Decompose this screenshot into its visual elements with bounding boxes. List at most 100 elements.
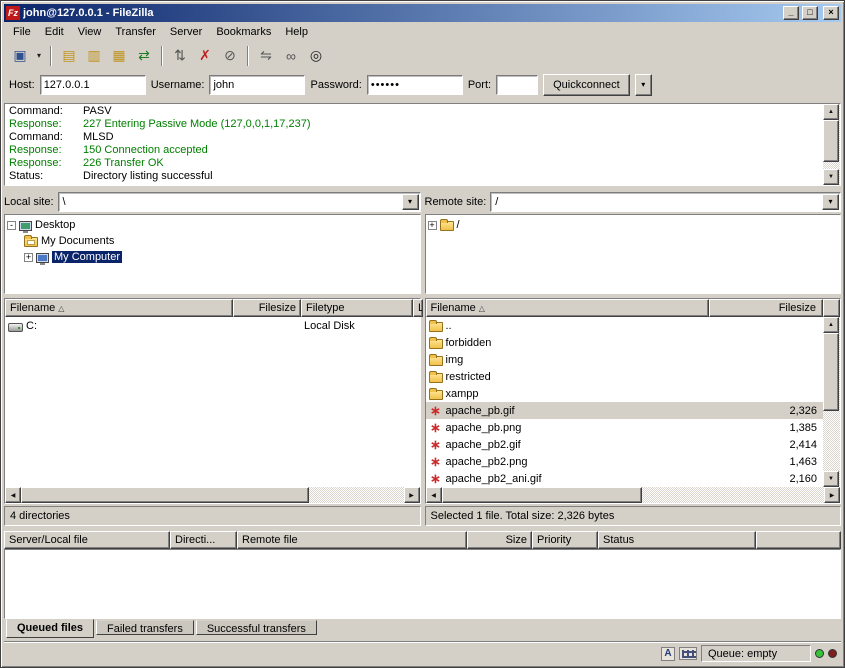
quickconnect-button[interactable]: Quickconnect [543, 74, 630, 96]
image-file-icon: ∗ [429, 421, 443, 435]
site-manager-dropdown-icon[interactable]: ▾ [33, 44, 45, 68]
column-header-priority[interactable]: Priority [532, 531, 598, 549]
scroll-left-icon[interactable]: ◀ [426, 487, 442, 503]
queue-body[interactable] [4, 549, 841, 619]
local-tree-icon[interactable]: ▥ [82, 44, 106, 68]
scrollbar-thumb[interactable] [823, 120, 839, 162]
remote-file-row[interactable]: forbidden [426, 334, 824, 351]
scroll-up-icon[interactable]: ▲ [823, 104, 839, 120]
scroll-down-icon[interactable]: ▼ [823, 471, 839, 487]
tree-item-my-computer[interactable]: + My Computer [7, 249, 418, 265]
menu-file[interactable]: File [6, 23, 38, 41]
titlebar: Fz john@127.0.0.1 - FileZilla _ □ × [4, 4, 841, 22]
scrollbar-thumb[interactable] [823, 333, 839, 411]
keypad-icon[interactable] [679, 647, 697, 660]
chevron-down-icon[interactable]: ▾ [822, 194, 839, 210]
menu-edit[interactable]: Edit [38, 23, 71, 41]
menu-bookmarks[interactable]: Bookmarks [209, 23, 278, 41]
remote-tree-icon[interactable]: ▦ [107, 44, 131, 68]
menu-view[interactable]: View [71, 23, 109, 41]
site-manager-icon[interactable]: ▣ [8, 44, 32, 68]
tree-item-my-documents[interactable]: My Documents [7, 233, 418, 249]
remote-file-row[interactable]: ∗ apache_pb2.png 1,463 [426, 453, 824, 470]
tab-failed-transfers[interactable]: Failed transfers [96, 620, 194, 635]
password-input[interactable] [367, 75, 463, 95]
port-input[interactable] [496, 75, 538, 95]
find-files-icon[interactable]: ◎ [304, 44, 328, 68]
cancel-icon[interactable]: ✗ [193, 44, 217, 68]
column-header-filesize[interactable]: Filesize [233, 299, 301, 317]
column-header-filename[interactable]: Filename △ [5, 299, 233, 317]
username-input[interactable] [209, 75, 305, 95]
scroll-right-icon[interactable]: ▶ [824, 487, 840, 503]
scroll-down-icon[interactable]: ▼ [823, 169, 839, 185]
remote-site-combo[interactable]: / ▾ [490, 192, 841, 212]
remote-file-row-selected[interactable]: ∗ apache_pb.gif 2,326 [426, 402, 824, 419]
column-header-size[interactable]: Size [467, 531, 532, 549]
remote-file-row[interactable]: img [426, 351, 824, 368]
column-header-filename[interactable]: Filename △ [426, 299, 709, 317]
menu-help[interactable]: Help [278, 23, 315, 41]
column-header-direction[interactable]: Directi... [170, 531, 237, 549]
chevron-down-icon[interactable]: ▾ [402, 194, 419, 210]
log-line: Response: 227 Entering Passive Mode (127… [9, 118, 823, 131]
minimize-button[interactable]: _ [783, 6, 799, 20]
column-header-remote-file[interactable]: Remote file [237, 531, 467, 549]
transfer-type-icon[interactable]: A [661, 647, 675, 661]
synchronized-browsing-icon[interactable]: ∞ [279, 44, 303, 68]
tab-successful-transfers[interactable]: Successful transfers [196, 620, 317, 635]
tree-item-root[interactable]: + / [428, 217, 839, 233]
collapse-icon[interactable]: - [7, 221, 16, 230]
remote-file-row[interactable]: ∗ apache_pb2.gif 2,414 [426, 436, 824, 453]
expand-icon[interactable]: + [428, 221, 437, 230]
scroll-up-icon[interactable]: ▲ [823, 317, 839, 333]
remote-file-row[interactable]: restricted [426, 368, 824, 385]
tree-item-desktop[interactable]: - Desktop [7, 217, 418, 233]
header-filler [756, 531, 841, 549]
column-header-filetype[interactable]: Filetype [301, 299, 413, 317]
log-vertical-scrollbar[interactable]: ▲ ▼ [823, 104, 840, 185]
tab-queued-files[interactable]: Queued files [6, 619, 94, 638]
close-button[interactable]: × [823, 6, 839, 20]
column-header-last-modified[interactable]: L [413, 299, 423, 317]
host-label: Host: [9, 79, 35, 91]
local-horizontal-scrollbar[interactable]: ◀ ▶ [5, 487, 420, 503]
window-title: john@127.0.0.1 - FileZilla [23, 7, 780, 19]
menu-server[interactable]: Server [163, 23, 209, 41]
remote-horizontal-scrollbar[interactable]: ◀ ▶ [426, 487, 841, 503]
local-file-row[interactable]: C: Local Disk [5, 317, 420, 334]
remote-vertical-scrollbar[interactable]: ▲ ▼ [823, 317, 840, 487]
scroll-right-icon[interactable]: ▶ [404, 487, 420, 503]
quickconnect-dropdown-icon[interactable]: ▾ [635, 74, 652, 96]
remote-file-row[interactable]: ∗ apache_pb2_ani.gif 2,160 [426, 470, 824, 487]
image-file-icon: ∗ [429, 438, 443, 452]
message-log-lines: Command: PASV Response: 227 Entering Pas… [5, 104, 823, 185]
image-file-icon: ∗ [429, 472, 443, 486]
disconnect-icon[interactable]: ⊘ [218, 44, 242, 68]
column-header-filesize[interactable]: Filesize [709, 299, 824, 317]
remote-file-row[interactable]: ∗ apache_pb.png 1,385 [426, 419, 824, 436]
queue-tabs: Queued files Failed transfers Successful… [4, 619, 841, 639]
column-header-server-local-file[interactable]: Server/Local file [4, 531, 170, 549]
remote-site-row: Remote site: / ▾ [425, 191, 842, 212]
maximize-button[interactable]: □ [802, 6, 818, 20]
header-corner [823, 299, 840, 317]
directory-comparison-icon[interactable]: ⇋ [254, 44, 278, 68]
toolbar: ▣ ▾ ▤ ▥ ▦ ⇄ ⇅ ✗ ⊘ ⇋ ∞ ◎ [4, 42, 841, 69]
message-log-icon[interactable]: ▤ [57, 44, 81, 68]
log-line: Response: 150 Connection accepted [9, 144, 823, 157]
menu-transfer[interactable]: Transfer [108, 23, 163, 41]
column-header-status[interactable]: Status [598, 531, 756, 549]
process-queue-icon[interactable]: ⇅ [168, 44, 192, 68]
selected-tree-label: My Computer [52, 251, 122, 263]
scrollbar-thumb[interactable] [21, 487, 309, 503]
local-site-combo[interactable]: \ ▾ [58, 192, 421, 212]
remote-tree: + / [425, 214, 842, 294]
remote-file-row[interactable]: xampp [426, 385, 824, 402]
refresh-icon[interactable]: ⇄ [132, 44, 156, 68]
remote-file-row[interactable]: .. [426, 317, 824, 334]
scrollbar-thumb[interactable] [442, 487, 642, 503]
expand-icon[interactable]: + [24, 253, 33, 262]
scroll-left-icon[interactable]: ◀ [5, 487, 21, 503]
host-input[interactable] [40, 75, 146, 95]
